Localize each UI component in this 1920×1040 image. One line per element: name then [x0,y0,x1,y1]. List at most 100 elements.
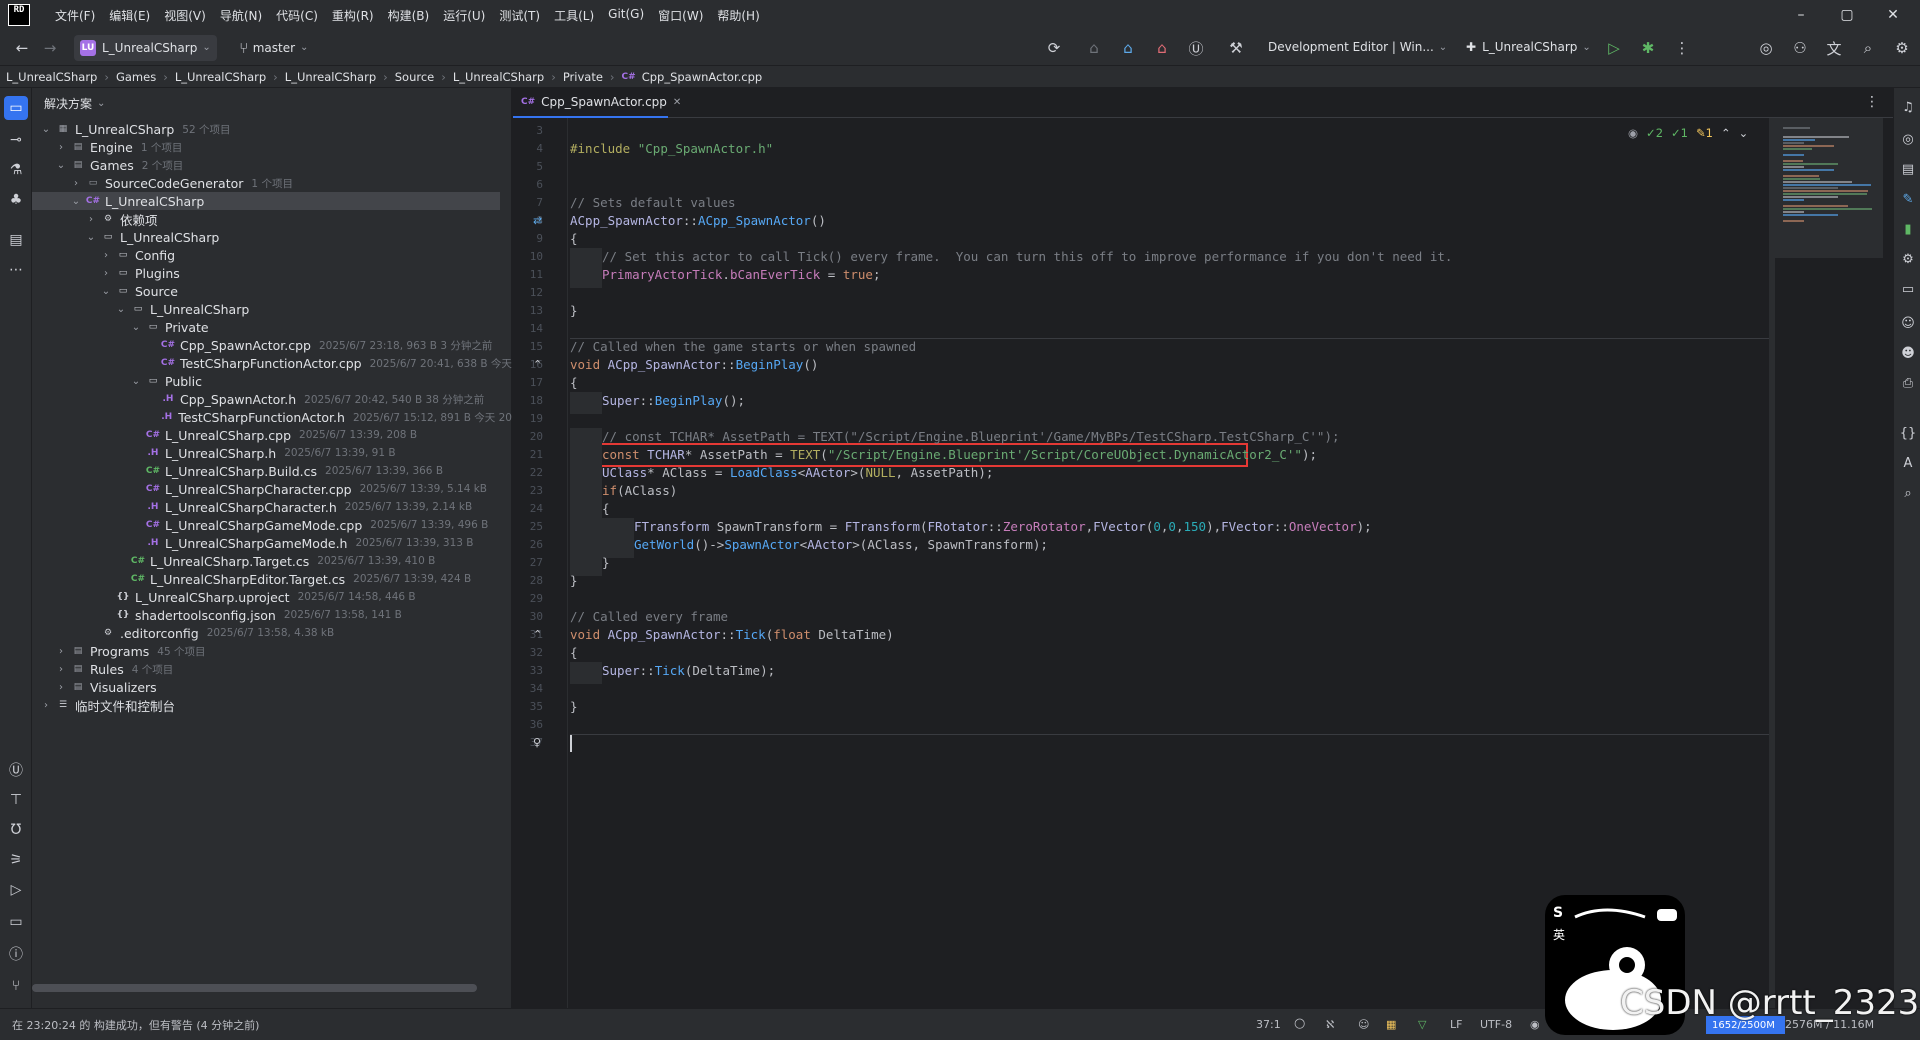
build-icon[interactable]: ⌂ [1114,34,1142,62]
close-window-button[interactable]: ✕ [1870,0,1916,30]
forward-arrow-icon[interactable]: → [36,34,64,62]
build-config-selector[interactable]: Development Editor | Win... ⌄ [1268,40,1447,54]
file-encoding[interactable]: UTF-8 [1480,1018,1512,1031]
tree-item[interactable]: C# L_UnrealCSharpEditor.Target.cs 2025/6/7… [32,570,512,588]
tree-item[interactable]: ⌄ ▦ L_UnrealCSharp 52 个项目 [32,120,512,138]
ai-chat-icon[interactable]: ◎ [1897,128,1919,150]
menu-item[interactable]: Git(G) [601,7,651,24]
problems-icon[interactable]: ⓘ [4,942,28,966]
tree-item[interactable]: C# L_UnrealCSharp.Build.cs 2025/6/7 13:39,… [32,462,512,480]
pencil-icon[interactable]: ✎ [1897,188,1919,210]
tree-item[interactable]: .H Cpp_SpawnActor.h 2025/6/7 20:42, 540 B … [32,390,512,408]
expand-chevron-icon[interactable]: ⌄ [83,232,99,243]
expand-chevron-icon[interactable]: › [53,646,69,657]
build-tool-icon[interactable]: ⊤ [4,788,28,812]
tree-item[interactable]: › ▤ Programs 45 个项目 [32,642,512,660]
menu-item[interactable]: 导航(N) [213,7,269,24]
tab-cpp-spawnactor[interactable]: C# Cpp_SpawnActor.cpp ✕ [513,88,681,118]
run-tool-icon[interactable]: ▷ [4,878,28,902]
reader-mode-icon[interactable]: ◉ [1628,126,1638,140]
horizontal-scrollbar[interactable] [32,984,477,992]
terminal-icon[interactable]: ▭ [4,910,28,934]
breadcrumb-item[interactable]: Cpp_SpawnActor.cpp [642,70,763,84]
menu-item[interactable]: 工具(L) [547,7,601,24]
breadcrumb-item[interactable]: L_UnrealCSharp [175,70,266,84]
tree-item[interactable]: ⚙ .editorconfig 2025/6/7 13:58, 4.38 kB [32,624,512,642]
expand-chevron-icon[interactable]: ⌄ [38,124,54,135]
more-options-icon[interactable]: ⋮ [1668,34,1696,62]
gear-icon[interactable]: ⚙ [1897,248,1919,270]
chevron-down-icon[interactable]: ⌄ [1739,126,1749,140]
tree-item[interactable]: › ▤ Visualizers [32,678,512,696]
breadcrumb-item[interactable]: Source [395,70,435,84]
explorer-folder-icon[interactable]: ▭ [4,96,28,120]
refresh-icon[interactable]: ⟳ [1040,34,1068,62]
tree-item[interactable]: ⌄ ▭ Source [32,282,512,300]
implements-icon[interactable]: ⌃ [533,358,542,371]
account-icon[interactable]: ⚇ [1786,34,1814,62]
windows-logo-icon[interactable]: ▦ [1386,1018,1396,1031]
inspect-icon[interactable]: ⌕ [1897,482,1919,504]
copilot-chat-icon[interactable]: ☻ [1897,342,1919,364]
expand-chevron-icon[interactable]: › [38,700,54,711]
tree-item[interactable]: {} L_UnrealCSharp.uproject 2025/6/7 14:58,… [32,588,512,606]
document-search-icon[interactable]: ⎙ [1897,372,1919,394]
font-icon[interactable]: A [1897,452,1919,474]
inspection-shield-icon[interactable]: ▽ [1418,1018,1426,1031]
expand-chevron-icon[interactable]: › [68,178,84,189]
toggle-header-icon[interactable]: ⇄ [533,214,542,227]
breadcrumb-item[interactable]: Private [563,70,603,84]
hammer-icon[interactable]: ⚒ [1222,34,1250,62]
search-icon[interactable]: ⌕ [1854,34,1882,62]
menu-item[interactable]: 编辑(E) [102,7,157,24]
menu-item[interactable]: 文件(F) [48,7,102,24]
line-ending[interactable]: LF [1450,1018,1462,1031]
git-icon[interactable]: ⑂ [4,974,28,998]
tree-item[interactable]: C# L_UnrealCSharpGameMode.cpp 2025/6/7 13:… [32,516,512,534]
tree-item[interactable]: ⌄ ▭ L_UnrealCSharp [32,228,512,246]
chevron-up-icon[interactable]: ⌃ [1721,126,1731,140]
tree-item[interactable]: › ▤ Rules 4 个项目 [32,660,512,678]
menu-item[interactable]: 窗口(W) [651,7,710,24]
implements-icon[interactable]: ⌃ [533,628,542,641]
translate-icon[interactable]: 文 [1820,34,1848,62]
expand-chevron-icon[interactable]: ⌄ [68,196,84,207]
lightbulb-icon[interactable]: ♀ [533,736,541,749]
expand-chevron-icon[interactable]: › [53,664,69,675]
more-tools-icon[interactable]: ⋯ [4,258,28,282]
tree-item[interactable]: ⌄ ▤ Games 2 个项目 [32,156,512,174]
tree-item[interactable]: C# L_UnrealCSharp.Target.cs 2025/6/7 13:39… [32,552,512,570]
tree-item[interactable]: C# Cpp_SpawnActor.cpp 2025/6/7 23:18, 963 … [32,336,512,354]
menu-item[interactable]: 代码(C) [269,7,325,24]
tree-item[interactable]: .H TestCSharpFunctionActor.h 2025/6/7 15:1… [32,408,512,426]
breadcrumb-item[interactable]: L_UnrealCSharp [453,70,544,84]
unreal-blueprints-icon[interactable]: Ⓤ [4,758,28,782]
minimap[interactable] [1775,118,1883,258]
notifications-bell-icon[interactable]: ♫ [1897,96,1919,118]
copilot-icon[interactable]: ☺ [1897,312,1919,334]
menu-item[interactable]: 测试(T) [492,7,547,24]
tree-item[interactable]: {} shadertoolsconfig.json 2025/6/7 13:58, … [32,606,512,624]
run-icon[interactable]: ▷ [1600,34,1628,62]
tree-item[interactable]: C# L_UnrealCSharpCharacter.cpp 2025/6/7 13… [32,480,512,498]
expand-chevron-icon[interactable]: › [53,142,69,153]
menu-item[interactable]: 视图(V) [157,7,213,24]
tree-item[interactable]: › ⚙ 依赖项 [32,210,512,228]
unit-tests-icon[interactable]: ⚗ [4,158,28,182]
tree-item[interactable]: ⌄ ▭ L_UnrealCSharp [32,300,512,318]
tree-item[interactable]: › ▭ Config [32,246,512,264]
menu-item[interactable]: 运行(U) [436,7,492,24]
breadcrumb-item[interactable]: L_UnrealCSharp [285,70,376,84]
menu-item[interactable]: 帮助(H) [710,7,766,24]
ai-status-icon[interactable]: ℵ [1326,1018,1334,1031]
project-selector[interactable]: LU L_UnrealCSharp ⌄ [74,34,217,61]
commit-icon[interactable]: ⊸ [4,128,28,152]
film-icon[interactable]: ▭ [1897,278,1919,300]
menu-item[interactable]: 构建(B) [381,7,437,24]
chart-icon[interactable]: ▮ [1897,218,1919,240]
menu-item[interactable]: 重构(R) [325,7,381,24]
unreal-icon[interactable]: Ⓤ [1182,34,1210,62]
services-icon[interactable]: ⚞ [4,848,28,872]
braces-icon[interactable]: {} [1897,422,1919,444]
ai-assistant-icon[interactable]: ◎ [1752,34,1780,62]
